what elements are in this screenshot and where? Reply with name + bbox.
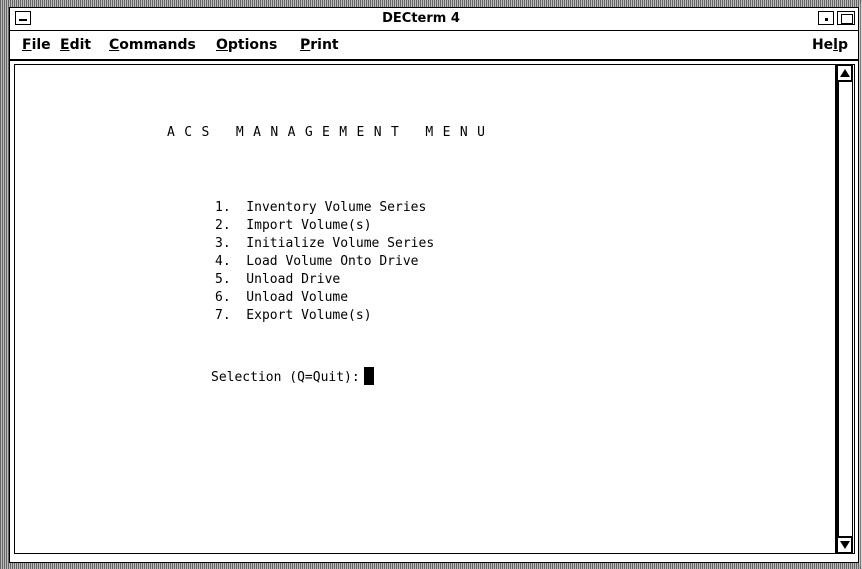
menu-options-mnemonic: O [216,37,228,53]
title-bar[interactable]: DECterm 4 [10,8,858,31]
window-frame: DECterm 4 File Edit Commands Options Pri… [0,0,862,569]
scroll-down-arrow-icon[interactable] [837,537,852,553]
vertical-scrollbar[interactable] [836,64,855,554]
selection-prompt-label: Selection (Q=Quit): [211,370,360,385]
menu-edit-mnemonic: E [60,37,70,53]
selection-prompt[interactable]: Selection (Q=Quit): [211,367,374,385]
menu-commands-label: ommands [119,37,196,53]
menu-help[interactable]: Help [812,31,848,59]
menu-print-mnemonic: P [300,37,311,53]
menu-print-label: rint [310,37,339,53]
menu-file[interactable]: File [22,31,51,59]
scrollbar-thumb[interactable] [838,81,853,537]
menu-file-mnemonic: F [22,37,32,53]
menu-option-2: 2. Import Volume(s) [215,218,372,233]
menu-help-lead: He [811,37,834,53]
menu-commands[interactable]: Commands [109,31,196,59]
menu-commands-mnemonic: C [109,37,120,53]
menu-option-3: 3. Initialize Volume Series [215,236,435,251]
scroll-up-arrow-icon[interactable] [837,65,852,81]
minimize-icon[interactable] [818,11,834,25]
window: DECterm 4 File Edit Commands Options Pri… [9,7,859,563]
menu-option-5: 5. Unload Drive [215,272,341,287]
menu-help-label: p [837,37,848,53]
menu-option-6: 6. Unload Volume [215,290,349,305]
terminal-area[interactable]: ACS MANAGEMENT MENU 1. Inventory Volume … [14,64,836,554]
menu-option-1: 1. Inventory Volume Series [215,200,427,215]
menu-options[interactable]: Options [216,31,277,59]
window-title: DECterm 4 [382,11,460,26]
menu-edit-label: dit [69,37,92,53]
menu-bar: File Edit Commands Options Print Help [10,31,858,61]
maximize-icon[interactable] [837,11,855,25]
menu-option-4: 4. Load Volume Onto Drive [215,254,419,269]
window-menu-icon[interactable] [15,11,31,25]
text-cursor [363,367,374,385]
menu-option-7: 7. Export Volume(s) [215,308,372,323]
menu-print[interactable]: Print [300,31,339,59]
menu-heading: ACS MANAGEMENT MENU [167,125,495,140]
menu-file-label: ile [31,37,51,53]
menu-edit[interactable]: Edit [60,31,91,59]
menu-options-label: ptions [227,37,278,53]
